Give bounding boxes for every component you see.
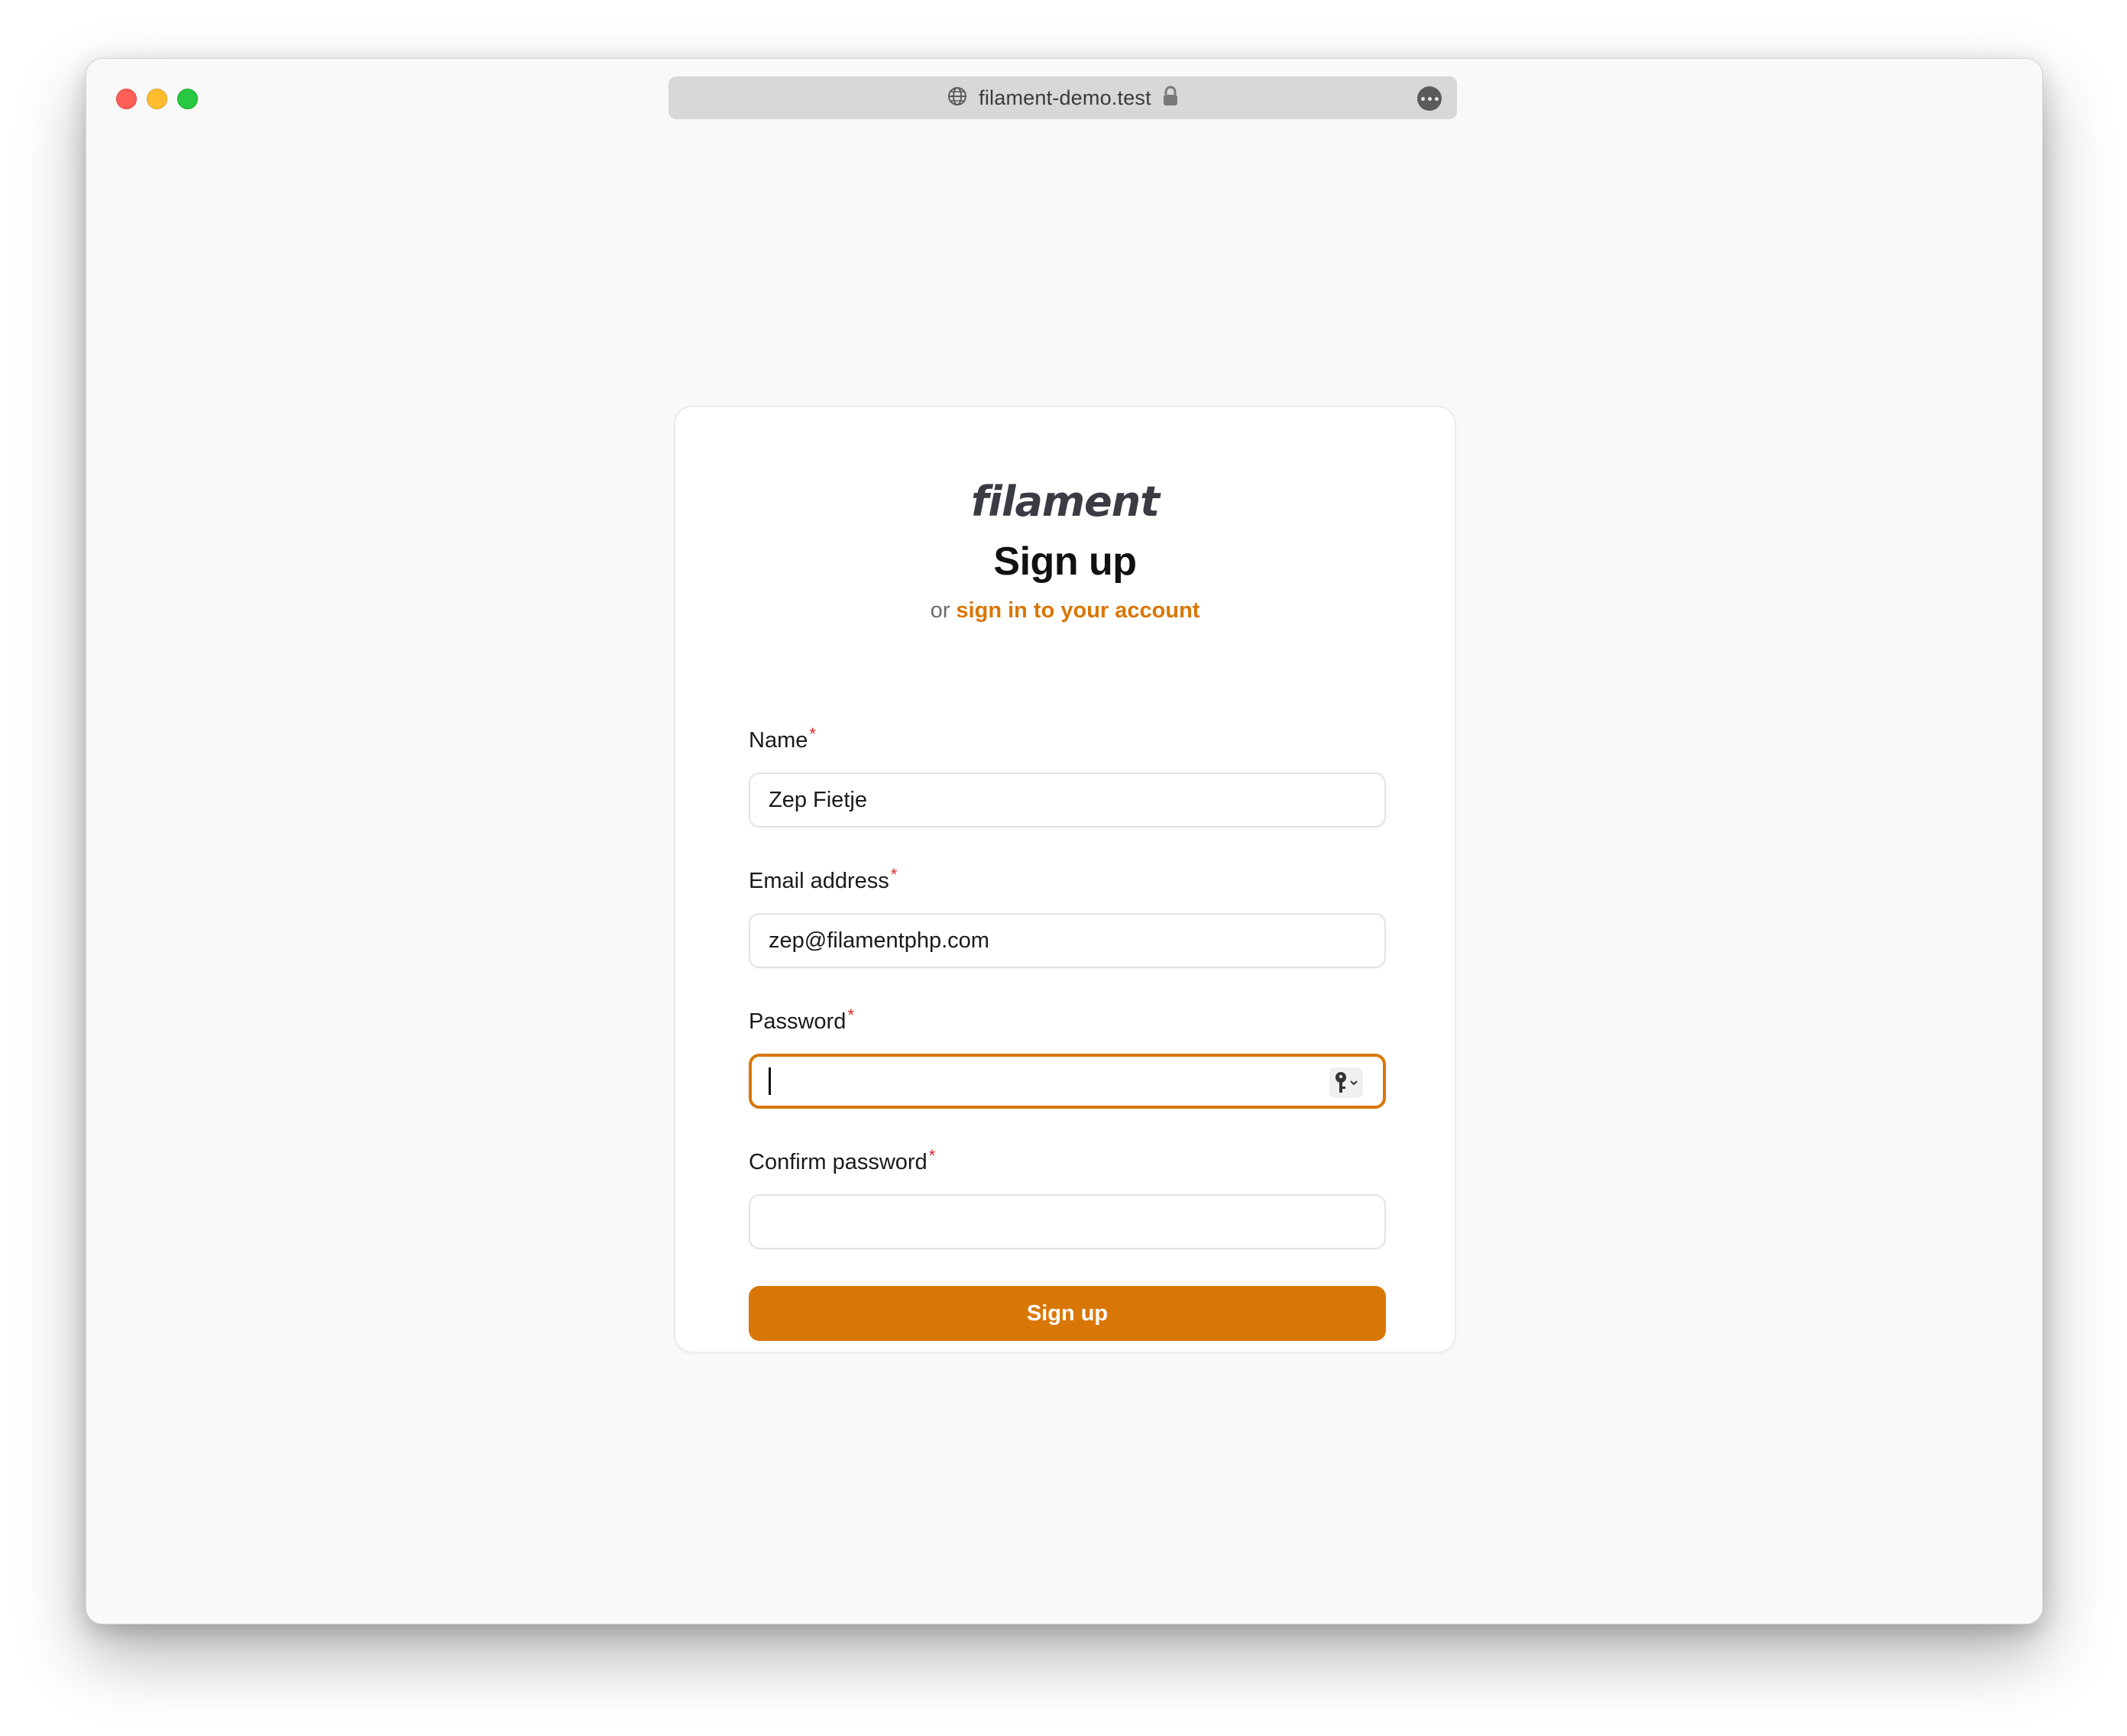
email-value: zep@filamentphp.com xyxy=(769,928,989,953)
password-label-text: Password xyxy=(749,1009,847,1034)
confirm-password-input[interactable] xyxy=(749,1194,1386,1249)
confirm-password-label: Confirm password* xyxy=(749,1146,935,1175)
lock-icon xyxy=(1162,86,1179,111)
password-input[interactable] xyxy=(749,1054,1386,1109)
address-bar[interactable]: filament-demo.test xyxy=(669,76,1457,119)
url-text: filament-demo.test xyxy=(979,86,1151,109)
name-input[interactable]: Zep Fietje xyxy=(749,772,1386,828)
signin-prefix: or xyxy=(930,598,950,623)
required-marker: * xyxy=(809,724,816,743)
signup-card: filament Sign up or sign in to your acco… xyxy=(674,406,1456,1353)
minimize-window-button[interactable] xyxy=(147,89,167,109)
signin-link[interactable]: sign in to your account xyxy=(956,598,1199,623)
signin-prompt: or sign in to your account xyxy=(675,598,1455,623)
filament-logo: filament xyxy=(970,478,1160,526)
zoom-window-button[interactable] xyxy=(177,89,198,109)
name-value: Zep Fietje xyxy=(769,787,867,812)
password-manager-key-icon[interactable] xyxy=(1329,1067,1363,1098)
password-label: Password* xyxy=(749,1006,854,1035)
email-label-text: Email address xyxy=(749,869,889,893)
text-caret xyxy=(769,1067,771,1095)
close-window-button[interactable] xyxy=(116,89,137,109)
email-label: Email address* xyxy=(749,865,897,894)
page-title: Sign up xyxy=(993,539,1137,584)
required-marker: * xyxy=(847,1006,854,1025)
browser-window: filament-demo.test filament Sign up or s… xyxy=(86,58,2043,1624)
confirm-password-label-text: Confirm password xyxy=(749,1150,928,1174)
name-label: Name* xyxy=(749,724,816,753)
required-marker: * xyxy=(928,1146,936,1165)
name-label-text: Name xyxy=(749,728,808,753)
required-marker: * xyxy=(890,865,898,884)
more-options-icon[interactable] xyxy=(1417,86,1442,111)
email-input[interactable]: zep@filamentphp.com xyxy=(749,913,1386,968)
sign-up-button[interactable]: Sign up xyxy=(749,1286,1386,1341)
globe-icon xyxy=(947,86,968,111)
